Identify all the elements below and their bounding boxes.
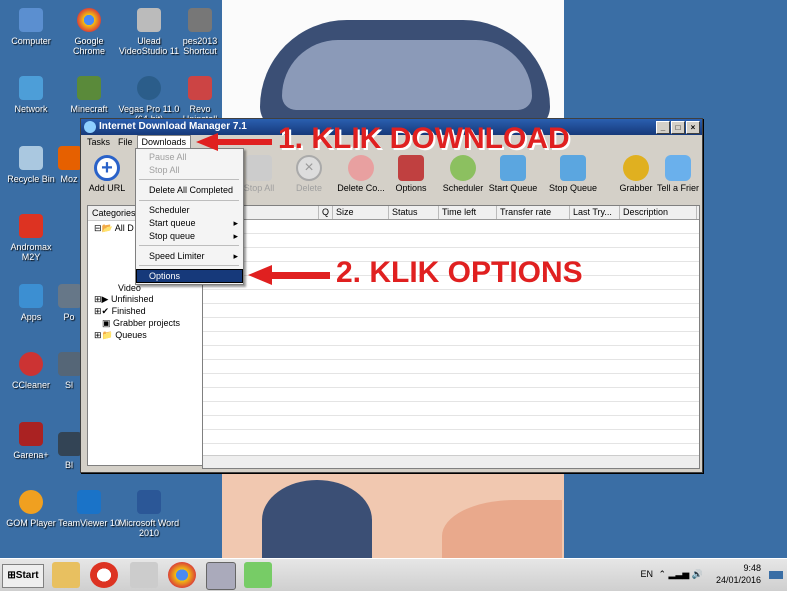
show-desktop-icon[interactable] — [769, 571, 783, 579]
tray-icons[interactable]: ⌃ ▂▃▅ 🔊 — [658, 569, 703, 580]
annotation-step1: 1. KLIK DOWNLOAD — [278, 122, 570, 155]
annotation-arrow-options — [248, 265, 330, 285]
greenshot-taskbar-icon[interactable] — [244, 562, 272, 588]
language-indicator[interactable]: EN — [640, 569, 653, 579]
opera-taskbar-icon[interactable] — [90, 562, 118, 588]
taskbar: ⊞Start EN ⌃ ▂▃▅ 🔊 9:48 24/01/2016 — [0, 558, 787, 591]
annotation-step2: 2. KLIK OPTIONS — [336, 256, 583, 289]
annotation-arrow-download — [196, 133, 272, 151]
clock-time[interactable]: 9:48 — [743, 563, 761, 573]
window-taskbar-icon[interactable] — [130, 562, 158, 588]
explorer-taskbar-icon[interactable] — [52, 562, 80, 588]
clock-date[interactable]: 24/01/2016 — [716, 575, 761, 585]
start-button[interactable]: ⊞Start — [2, 564, 44, 588]
chrome-taskbar-icon[interactable] — [168, 562, 196, 588]
windows-logo-icon: ⊞ — [7, 570, 16, 581]
idm-taskbar-icon[interactable] — [206, 562, 236, 590]
annotation-arrows — [196, 133, 330, 285]
